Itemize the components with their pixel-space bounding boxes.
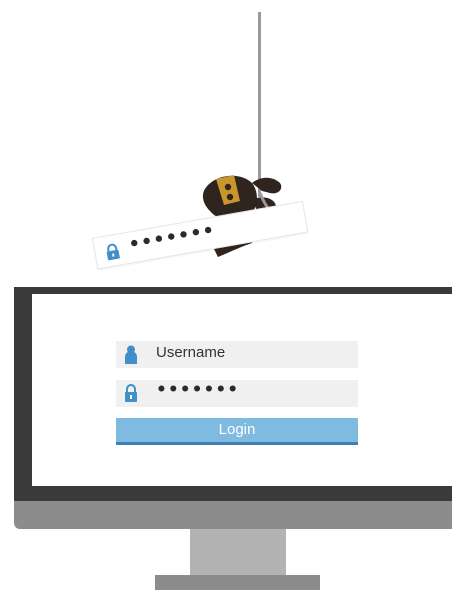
stolen-password-mask: ••••••• xyxy=(126,219,217,256)
user-icon xyxy=(125,345,137,364)
username-label: Username xyxy=(156,344,226,361)
monitor-chin xyxy=(14,501,452,529)
password-mask: ••••••• xyxy=(156,380,240,400)
monitor-stand-base xyxy=(155,575,320,590)
monitor-stand-neck xyxy=(190,529,286,575)
lock-icon xyxy=(125,384,137,402)
username-field[interactable]: Username xyxy=(116,341,358,368)
lock-icon xyxy=(106,243,120,261)
password-field[interactable]: ••••••• xyxy=(116,380,358,407)
login-button[interactable]: Login xyxy=(116,418,358,445)
